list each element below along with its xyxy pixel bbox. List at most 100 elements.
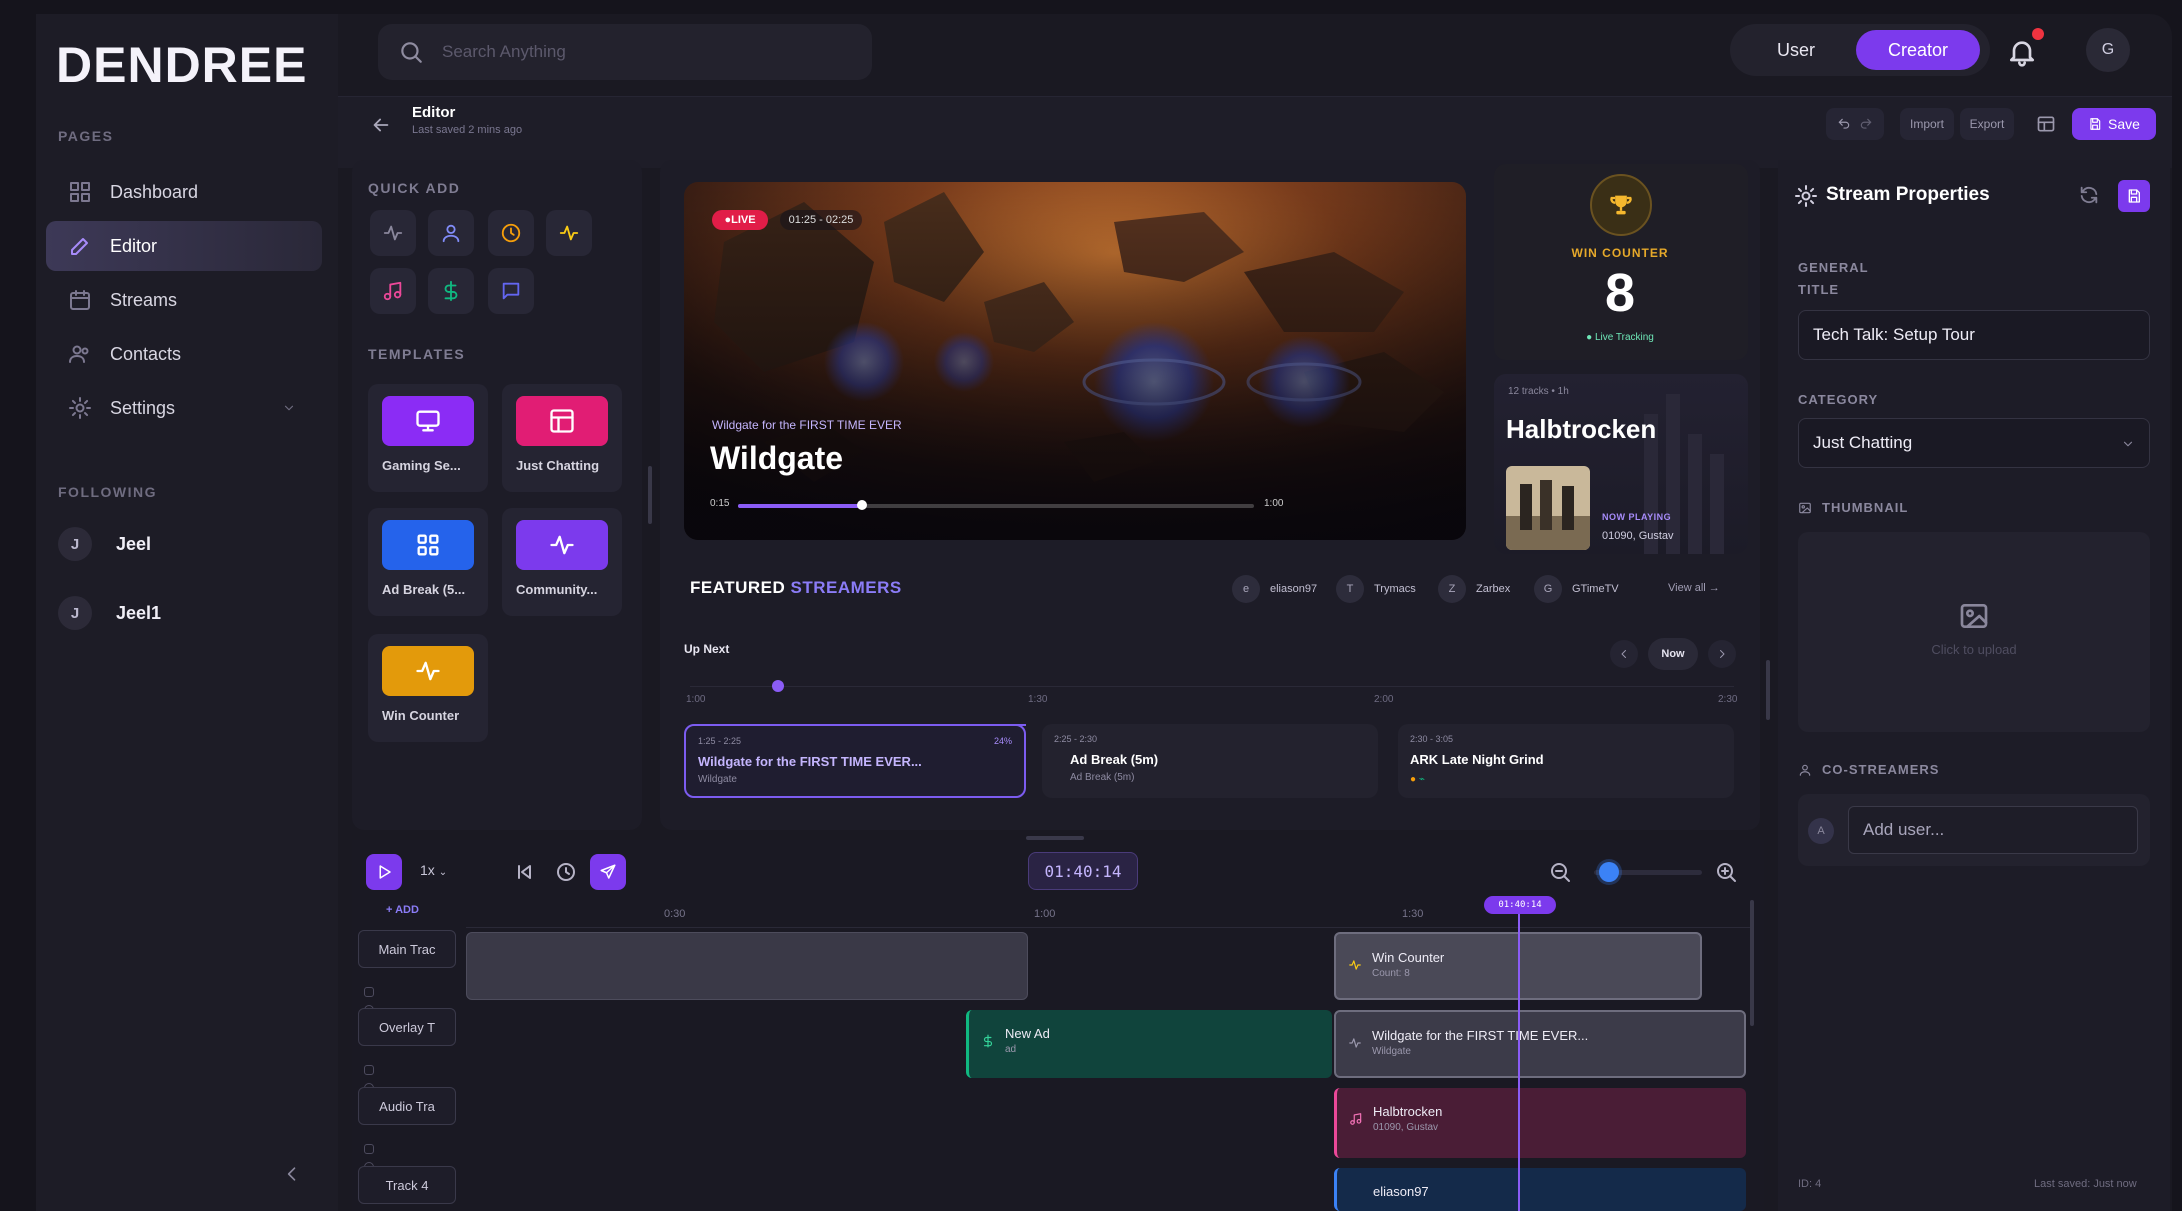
play-button[interactable] — [366, 854, 402, 890]
timeline-scrollbar[interactable] — [1750, 900, 1754, 1026]
zoom-out-icon[interactable] — [1548, 860, 1572, 884]
quick-add-timer-button[interactable] — [488, 210, 534, 256]
schedule-prev-button[interactable] — [1610, 640, 1638, 668]
creator-mode-button[interactable]: Creator — [1856, 30, 1980, 70]
sidebar-item-contacts[interactable]: Contacts — [46, 329, 322, 379]
video-preview[interactable] — [684, 182, 1466, 540]
quick-add-pulse-button[interactable] — [546, 210, 592, 256]
playback-speed-select[interactable]: 1x ⌄ — [420, 862, 447, 878]
user-mode-button[interactable]: User — [1740, 30, 1852, 70]
export-button[interactable]: Export — [1960, 108, 2014, 140]
redo-icon[interactable] — [1859, 117, 1873, 131]
sidebar-item-settings[interactable]: Settings — [46, 383, 322, 433]
track-controls[interactable] — [364, 1062, 404, 1093]
clip-subtitle: 01090, Gustav — [1373, 1122, 1439, 1133]
track-controls[interactable] — [364, 984, 404, 1015]
quick-add-user-button[interactable] — [428, 210, 474, 256]
following-heading: FOLLOWING — [58, 484, 158, 500]
schedule-card-subtitle: Ad Break (5m) — [1070, 772, 1135, 783]
profile-avatar[interactable]: G — [2086, 28, 2130, 72]
template-card[interactable]: Community... — [502, 508, 622, 616]
timeline-clip[interactable]: New Ad ad — [966, 1010, 1332, 1078]
search-input[interactable]: Search Anything — [442, 42, 566, 62]
schedule-card-time: 1:25 - 2:25 — [698, 736, 742, 746]
video-progress-handle[interactable] — [856, 500, 867, 510]
import-button[interactable]: Import — [1900, 108, 1954, 140]
quick-add-music-button[interactable] — [370, 268, 416, 314]
track-label[interactable]: Overlay T — [358, 1008, 456, 1046]
template-card[interactable]: Win Counter — [368, 634, 488, 742]
streamer-chip[interactable]: G GTimeTV — [1534, 574, 1619, 604]
back-arrow-icon[interactable] — [370, 114, 392, 136]
timeline-clip[interactable]: Wildgate for the FIRST TIME EVER... Wild… — [1334, 1010, 1746, 1078]
playhead[interactable] — [1518, 906, 1520, 1211]
track-label[interactable]: Main Trac — [358, 930, 456, 968]
quick-add-chat-button[interactable] — [488, 268, 534, 314]
schedule-next-button[interactable] — [1708, 640, 1736, 668]
streamer-name: eliason97 — [1270, 583, 1318, 595]
speed-value: 1x — [420, 862, 435, 878]
track-label[interactable]: Audio Tra — [358, 1087, 456, 1125]
add-user-input[interactable]: Add user... — [1848, 806, 2138, 854]
timeline-resize-handle[interactable] — [1026, 836, 1084, 840]
lock-icon[interactable] — [364, 987, 374, 997]
schedule-card[interactable]: 2:25 - 2:30 Ad Break (5m) Ad Break (5m) — [1042, 724, 1378, 798]
streamer-chip[interactable]: T Trymacs — [1336, 574, 1416, 604]
template-icon-box — [382, 396, 474, 446]
collapse-sidebar-icon[interactable] — [282, 1164, 302, 1184]
streamer-chip[interactable]: e eliason97 — [1232, 574, 1317, 604]
sidebar-item-dashboard[interactable]: Dashboard — [46, 167, 322, 217]
streamer-chip[interactable]: Z Zarbex — [1438, 574, 1510, 604]
schedule-tick: 1:00 — [686, 694, 706, 705]
game-scene-image — [684, 182, 1466, 540]
lock-icon[interactable] — [364, 1144, 374, 1154]
add-track-button[interactable]: + ADD — [386, 904, 419, 916]
quick-add-activity-button[interactable] — [370, 210, 416, 256]
chevron-down-icon: ⌄ — [438, 867, 448, 878]
title-field[interactable]: Tech Talk: Setup Tour — [1798, 310, 2150, 360]
category-field-label: CATEGORY — [1798, 392, 1879, 407]
timeline-ruler[interactable] — [466, 904, 1754, 928]
panel-resize-handle[interactable] — [648, 466, 652, 524]
search-bar[interactable]: Search Anything — [378, 24, 872, 80]
thumbnail-upload[interactable] — [1798, 532, 2150, 732]
send-button[interactable] — [590, 854, 626, 890]
gear-icon — [69, 397, 91, 419]
template-label: Ad Break (5... — [382, 582, 466, 597]
refresh-icon[interactable] — [2078, 184, 2100, 206]
timeline-clip[interactable]: Halbtrocken 01090, Gustav — [1334, 1088, 1746, 1158]
template-card[interactable]: Ad Break (5... — [368, 508, 488, 616]
following-item[interactable]: J Jeel1 — [58, 590, 161, 636]
app-logo: DENDREE — [56, 37, 308, 93]
main-track-clip[interactable] — [466, 932, 1028, 1000]
undo-redo-buttons[interactable] — [1826, 108, 1884, 140]
undo-icon[interactable] — [1837, 117, 1851, 131]
schedule-card-current[interactable]: 1:25 - 2:25 24% Wildgate for the FIRST T… — [684, 724, 1026, 798]
sidebar-item-editor[interactable]: Editor — [46, 221, 322, 271]
editor-header — [338, 96, 2172, 168]
timeline-clip[interactable]: eliason97 — [1334, 1168, 1746, 1211]
view-all-link[interactable]: View all → — [1668, 582, 1720, 594]
schedule-now-button[interactable]: Now — [1648, 638, 1698, 670]
following-item[interactable]: J Jeel — [58, 521, 151, 567]
quick-add-donation-button[interactable] — [428, 268, 474, 314]
track-controls[interactable] — [364, 1141, 404, 1172]
avatar: A — [1808, 818, 1834, 844]
schedule-card[interactable]: 2:30 - 3:05 ARK Late Night Grind ● ⌁ — [1398, 724, 1734, 798]
lock-icon[interactable] — [364, 1065, 374, 1075]
search-icon — [401, 42, 422, 63]
properties-save-button[interactable] — [2118, 180, 2150, 212]
track-label[interactable]: Track 4 — [358, 1166, 456, 1204]
clock-icon[interactable] — [554, 860, 578, 884]
layout-toggle-icon[interactable] — [2036, 114, 2056, 134]
zoom-in-icon[interactable] — [1714, 860, 1738, 884]
skip-back-icon[interactable] — [512, 860, 536, 884]
activity-icon — [1349, 960, 1361, 970]
bell-icon[interactable] — [2006, 36, 2038, 68]
template-card[interactable]: Just Chatting — [502, 384, 622, 492]
panel-resize-handle[interactable] — [1766, 660, 1770, 720]
sidebar-item-streams[interactable]: Streams — [46, 275, 322, 325]
save-button[interactable]: Save — [2072, 108, 2156, 140]
category-select[interactable]: Just Chatting — [1798, 418, 2150, 468]
template-card[interactable]: Gaming Se... — [368, 384, 488, 492]
